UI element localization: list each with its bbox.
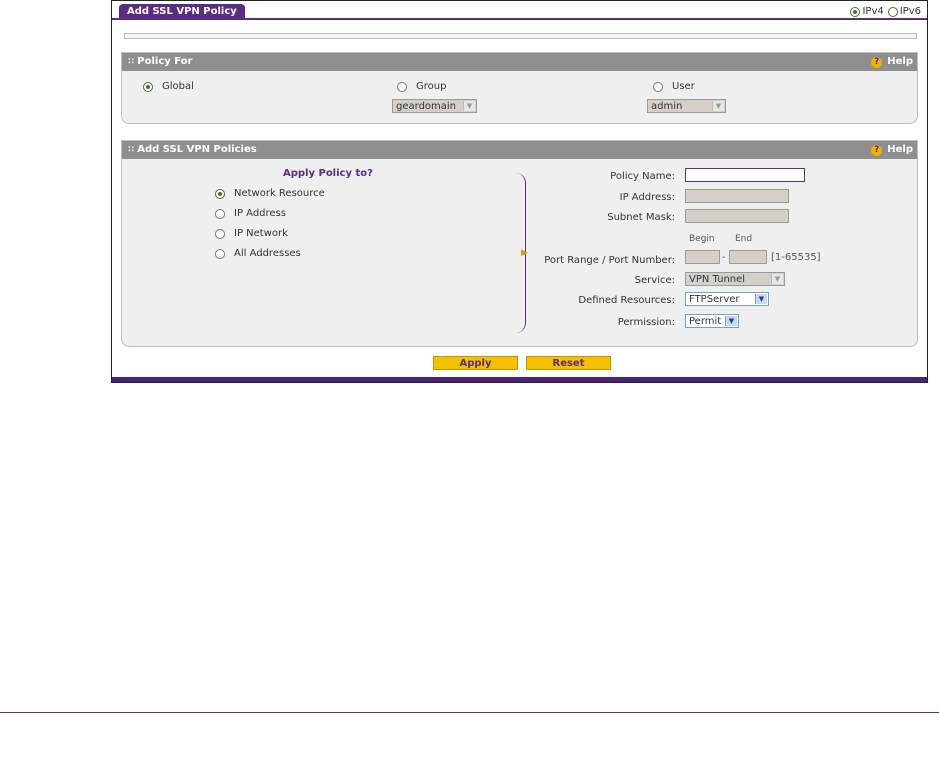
ipv6-radio[interactable] [887,6,898,17]
chevron-down-icon: ▼ [755,294,767,304]
reset-button[interactable]: Reset [526,356,611,370]
apply-option-network-resource[interactable]: Network Resource [215,188,325,199]
ip-address-option-label: IP Address [234,208,286,219]
network-resource-radio[interactable] [215,188,225,199]
user-option[interactable]: User [653,81,695,92]
chevron-down-icon: ▼ [771,274,783,284]
grip-icon: ∷ [128,145,135,155]
tab-underline [112,18,927,20]
end-label: End [735,234,753,244]
divider-arrow-icon: ▶ [521,248,528,258]
service-select-value: VPN Tunnel [689,274,746,285]
port-range-label: Port Range / Port Number: [544,255,675,266]
network-resource-label: Network Resource [234,188,325,199]
defined-resources-label: Defined Resources: [578,295,675,306]
chevron-down-icon: ▼ [463,101,475,111]
defined-resources-select[interactable]: FTPServer ▼ [685,292,769,306]
user-radio[interactable] [653,81,663,92]
subnet-mask-input[interactable] [685,209,789,223]
global-radio[interactable] [143,81,153,92]
help-icon: ? [871,56,883,68]
policy-for-panel: ∷ Policy For ? Help Global Group User gea… [121,52,918,124]
ip-address-label: IP Address: [619,192,675,203]
service-label: Service: [634,275,675,286]
ip-address-radio[interactable] [215,208,225,219]
ipv4-label: IPv4 [862,6,884,17]
grip-icon: ∷ [128,57,135,67]
policy-name-input[interactable] [685,168,805,182]
subnet-mask-label: Subnet Mask: [607,212,675,223]
footer-divider [0,712,939,713]
apply-option-all-addresses[interactable]: All Addresses [215,248,301,259]
permission-select[interactable]: Permit ▼ [685,314,739,328]
permission-label: Permission: [617,317,675,328]
help-label: Help [887,56,913,67]
permission-value: Permit [689,316,722,327]
apply-button[interactable]: Apply [433,356,518,370]
group-label: Group [416,81,447,92]
policy-for-header: ∷ Policy For ? Help [122,53,917,71]
policy-name-label: Policy Name: [610,171,675,182]
policy-form-frame: Add SSL VPN Policy IPv4 IPv6 ∷ Policy For… [111,0,928,383]
apply-option-ip-address[interactable]: IP Address [215,208,286,219]
global-option[interactable]: Global [143,81,194,92]
service-select[interactable]: VPN Tunnel ▼ [685,272,785,286]
port-dash: - [722,252,726,263]
global-label: Global [162,81,194,92]
apply-option-ip-network[interactable]: IP Network [215,228,288,239]
begin-label: Begin [689,234,715,244]
ip-version-selector: IPv4 IPv6 [846,6,921,17]
all-addresses-radio[interactable] [215,248,225,259]
ip-network-radio[interactable] [215,228,225,239]
ip-network-option-label: IP Network [234,228,288,239]
defined-resources-value: FTPServer [689,294,740,305]
user-select[interactable]: admin ▼ [647,99,726,113]
chevron-down-icon: ▼ [725,316,737,326]
all-addresses-option-label: All Addresses [234,248,301,259]
ipv4-radio[interactable] [850,6,861,17]
apply-policy-heading: Apply Policy to? [283,168,373,179]
ipv6-label: IPv6 [899,6,921,17]
policy-for-help[interactable]: ? Help [871,53,913,71]
group-select[interactable]: geardomain ▼ [392,99,477,113]
policy-for-title: Policy For [137,56,193,67]
user-select-value: admin [651,101,683,112]
port-begin-input[interactable] [685,250,720,264]
policies-title: Add SSL VPN Policies [137,144,257,155]
tab-add-ssl-vpn-policy[interactable]: Add SSL VPN Policy [119,4,245,19]
policies-header: ∷ Add SSL VPN Policies ? Help [122,141,917,159]
group-radio[interactable] [397,81,407,92]
frame-bottom-bar [112,377,927,382]
help-icon: ? [871,144,883,156]
group-select-value: geardomain [396,101,457,112]
add-ssl-vpn-policies-panel: ∷ Add SSL VPN Policies ? Help Apply Polic… [121,140,918,347]
port-end-input[interactable] [729,250,767,264]
chevron-down-icon: ▼ [712,101,724,111]
group-option[interactable]: Group [397,81,446,92]
ip-address-input[interactable] [685,189,789,203]
policies-help[interactable]: ? Help [871,141,913,159]
spacer-bar [124,33,917,39]
port-range-hint: [1-65535] [771,252,821,263]
user-label: User [672,81,695,92]
help-label: Help [887,144,913,155]
